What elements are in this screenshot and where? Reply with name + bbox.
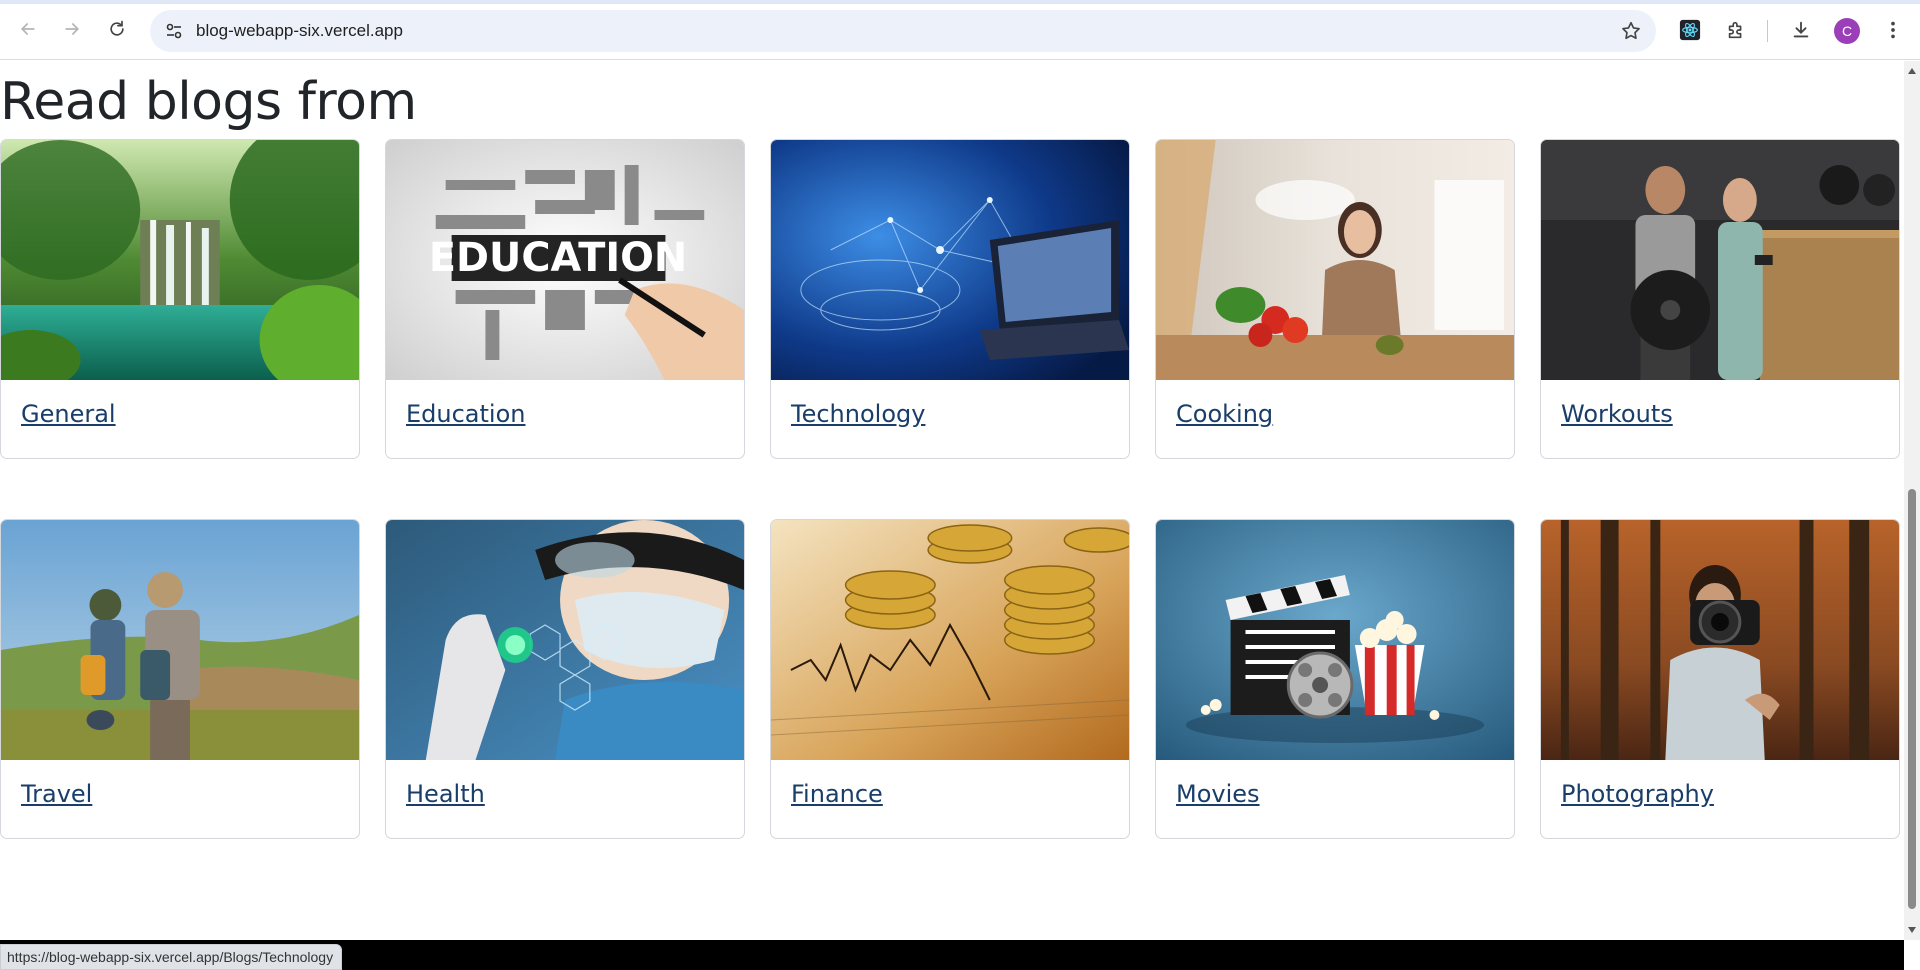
category-link-workouts[interactable]: Workouts xyxy=(1561,400,1673,428)
downloads-button[interactable] xyxy=(1788,17,1814,43)
download-icon xyxy=(1793,21,1809,38)
browser-toolbar: blog-webapp-six.vercel.app C xyxy=(0,0,1920,60)
category-card-technology[interactable]: Technology xyxy=(770,139,1130,459)
card-image-movies[interactable] xyxy=(1156,520,1514,760)
reload-icon xyxy=(110,20,124,36)
card-image-photography[interactable] xyxy=(1541,520,1899,760)
react-icon xyxy=(1679,19,1701,41)
category-card-general[interactable]: General xyxy=(0,139,360,459)
category-card-health[interactable]: Health xyxy=(385,519,745,839)
card-image-health[interactable] xyxy=(386,520,744,760)
back-button[interactable] xyxy=(12,13,44,45)
extensions-button[interactable] xyxy=(1723,17,1749,43)
card-image-education[interactable]: EDUCATION xyxy=(386,140,744,380)
arrow-right-icon xyxy=(65,23,80,35)
card-image-finance[interactable] xyxy=(771,520,1129,760)
category-card-movies[interactable]: Movies xyxy=(1155,519,1515,839)
react-devtools-extension[interactable] xyxy=(1677,17,1703,43)
scrollbar-thumb[interactable] xyxy=(1908,489,1916,909)
category-link-photography[interactable]: Photography xyxy=(1561,780,1714,808)
bookmark-star-icon[interactable] xyxy=(1620,20,1642,42)
page-title: Read blogs from xyxy=(0,72,417,132)
scroll-down-arrow-icon[interactable] xyxy=(1907,926,1917,934)
vertical-scrollbar[interactable] xyxy=(1904,61,1920,940)
card-image-travel[interactable] xyxy=(1,520,359,760)
arrow-left-icon xyxy=(20,23,35,35)
category-link-health[interactable]: Health xyxy=(406,780,485,808)
site-settings-icon[interactable] xyxy=(164,21,184,41)
toolbar-divider xyxy=(1767,20,1768,42)
scroll-up-arrow-icon[interactable] xyxy=(1907,67,1917,75)
address-bar[interactable]: blog-webapp-six.vercel.app xyxy=(150,10,1656,52)
card-image-cooking[interactable] xyxy=(1156,140,1514,380)
tab-strip-edge xyxy=(0,0,1920,4)
reload-button[interactable] xyxy=(101,13,133,45)
category-card-workouts[interactable]: Workouts xyxy=(1540,139,1900,459)
category-card-photography[interactable]: Photography xyxy=(1540,519,1900,839)
category-link-movies[interactable]: Movies xyxy=(1176,780,1260,808)
category-link-technology[interactable]: Technology xyxy=(791,400,925,428)
category-card-travel[interactable]: Travel xyxy=(0,519,360,839)
education-word: EDUCATION xyxy=(429,235,687,281)
url-text[interactable]: blog-webapp-six.vercel.app xyxy=(196,21,403,41)
forward-button[interactable] xyxy=(56,13,88,45)
category-card-education[interactable]: EDUCATION Education xyxy=(385,139,745,459)
card-image-technology[interactable] xyxy=(771,140,1129,380)
category-card-finance[interactable]: Finance xyxy=(770,519,1130,839)
category-link-cooking[interactable]: Cooking xyxy=(1176,400,1273,428)
chrome-menu-button[interactable] xyxy=(1880,17,1906,43)
puzzle-icon xyxy=(1728,21,1742,39)
category-card-cooking[interactable]: Cooking xyxy=(1155,139,1515,459)
category-link-general[interactable]: General xyxy=(21,400,116,428)
category-link-travel[interactable]: Travel xyxy=(21,780,92,808)
category-link-finance[interactable]: Finance xyxy=(791,780,883,808)
more-vert-icon xyxy=(1891,21,1895,39)
card-image-waterfall[interactable] xyxy=(1,140,359,380)
link-status-url: https://blog-webapp-six.vercel.app/Blogs… xyxy=(0,944,343,970)
category-link-education[interactable]: Education xyxy=(406,400,525,428)
profile-avatar[interactable]: C xyxy=(1834,18,1860,44)
category-grid: General EDUCATION Education Technology C… xyxy=(0,139,1902,839)
page-content: Read blogs from General EDUCATION Educat… xyxy=(0,61,1904,940)
card-image-workouts[interactable] xyxy=(1541,140,1899,380)
